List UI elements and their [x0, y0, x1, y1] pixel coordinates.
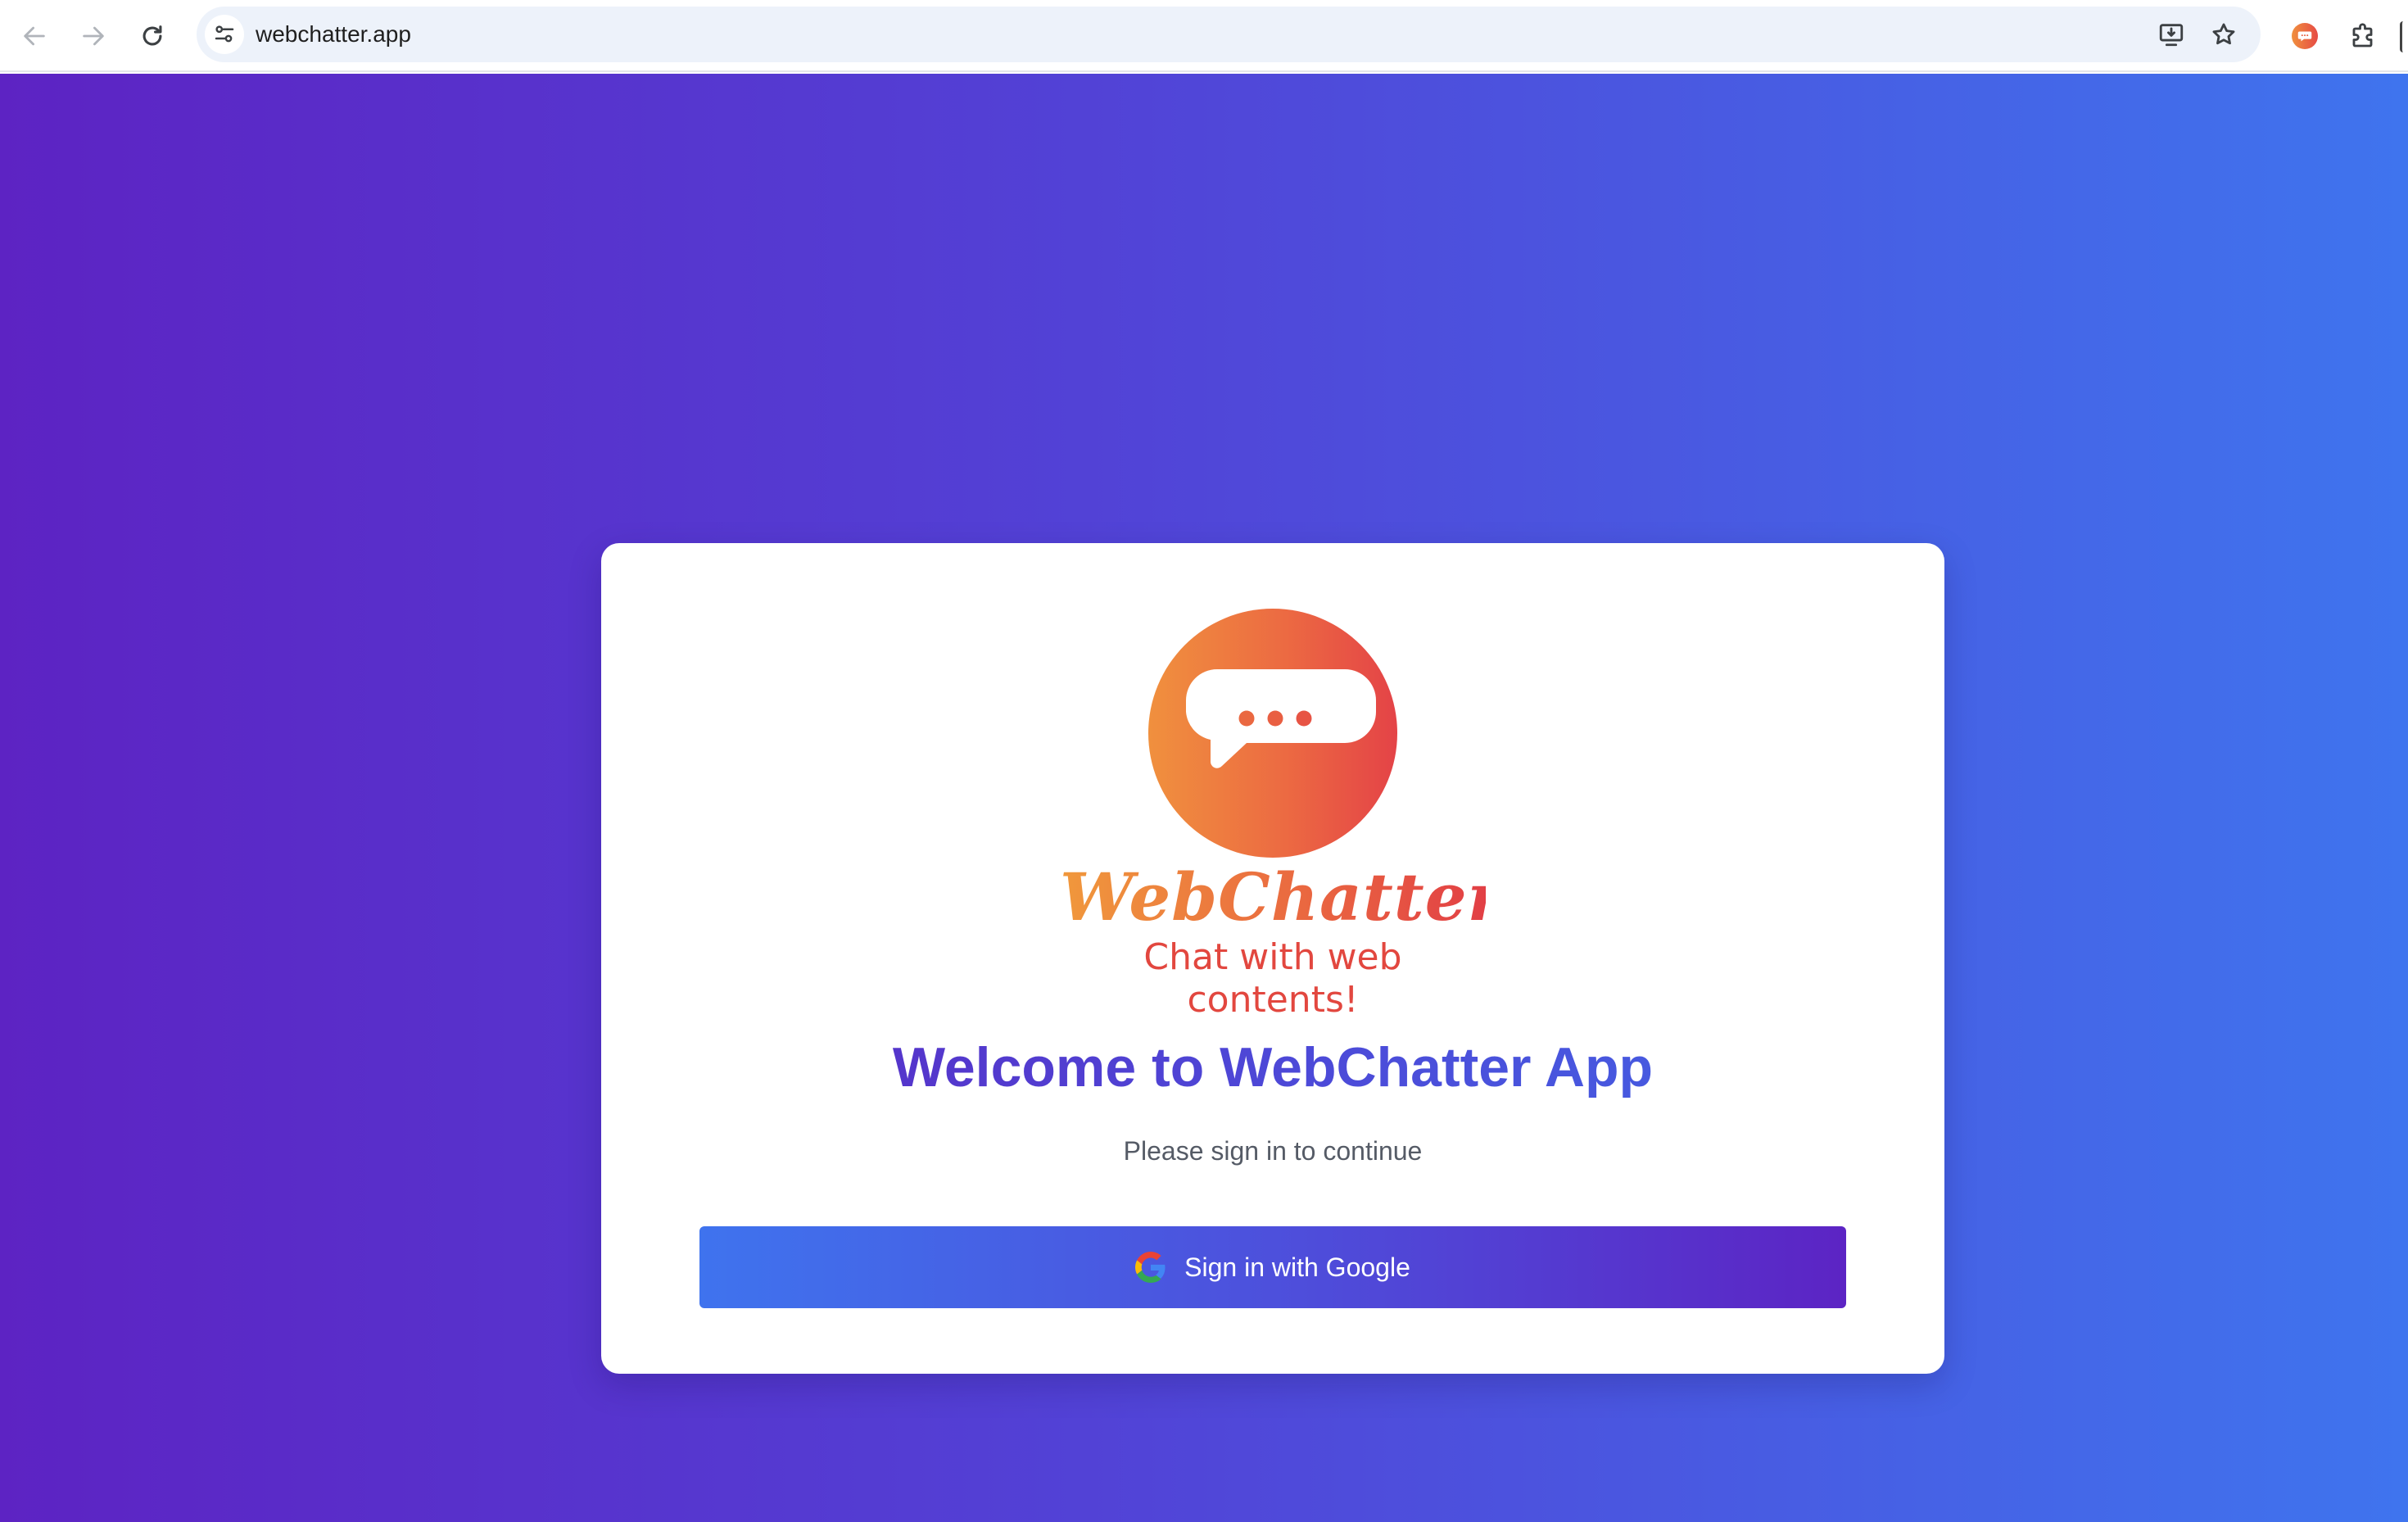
welcome-title-text: Welcome to WebChatter App: [892, 1036, 1654, 1098]
address-bar[interactable]: webchatter.app: [197, 7, 2261, 62]
google-signin-label: Sign in with Google: [1184, 1252, 1410, 1282]
back-button[interactable]: [10, 11, 59, 61]
brand-name: WebChatter: [1060, 858, 1503, 935]
extensions-menu-button[interactable]: [2339, 11, 2388, 61]
welcome-title: Welcome to WebChatter App: [601, 1035, 1944, 1100]
arrow-left-icon: [24, 26, 45, 46]
bookmark-button[interactable]: [2203, 14, 2244, 55]
reload-icon: [143, 25, 162, 46]
webchatter-extension-icon: [2292, 23, 2318, 49]
signin-subtitle: Please sign in to continue: [1123, 1136, 1423, 1166]
page-background: WebChatter Chat with web contents! Welco…: [0, 74, 2408, 1522]
app-logo: WebChatter Chat with web contents!: [1060, 600, 1503, 1021]
chat-bubble-icon: [1186, 669, 1376, 768]
arrow-right-icon: [83, 26, 104, 46]
install-app-icon: [2159, 24, 2184, 47]
tune-icon: [215, 25, 234, 43]
site-info-button[interactable]: [205, 15, 244, 54]
login-card: WebChatter Chat with web contents! Welco…: [601, 543, 1944, 1374]
browser-toolbar: webchatter.app: [0, 0, 2408, 72]
star-icon: [2212, 23, 2235, 45]
webchatter-extension-button[interactable]: [2280, 11, 2329, 61]
brand-tagline: Chat with web contents!: [1143, 936, 1402, 1021]
reload-button[interactable]: [128, 11, 177, 61]
logo-circle: [1148, 609, 1397, 858]
profile-button-edge[interactable]: [2400, 21, 2408, 52]
google-signin-button[interactable]: Sign in with Google: [699, 1226, 1846, 1308]
url-text[interactable]: webchatter.app: [256, 7, 411, 62]
install-app-button[interactable]: [2151, 14, 2192, 55]
puzzle-icon: [2352, 23, 2373, 48]
forward-button[interactable]: [69, 11, 118, 61]
google-g-icon: [1135, 1252, 1166, 1283]
